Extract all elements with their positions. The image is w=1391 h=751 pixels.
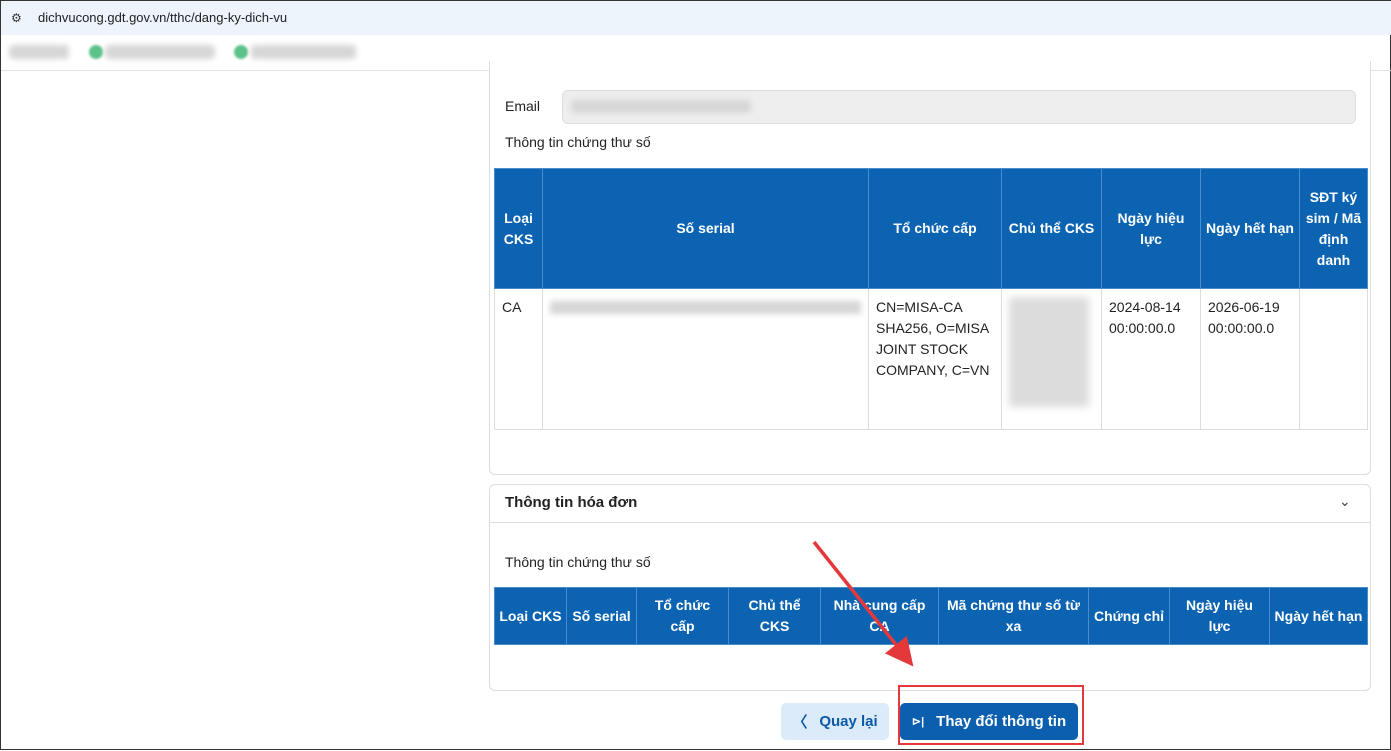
- back-label: Quay lại: [819, 713, 878, 730]
- url-text: dichvucong.gdt.gov.vn/tthc/dang-ky-dich-…: [38, 10, 288, 25]
- bookmark-blurred[interactable]: [251, 45, 356, 59]
- invoice-section-title[interactable]: Thông tin hóa đơn: [505, 494, 637, 511]
- email-value-blurred: [571, 100, 751, 113]
- col-header: Ngày hết hạn: [1200, 168, 1300, 289]
- bookmark-favicon-icon: [89, 45, 103, 59]
- col-header: Chủ thể CKS: [1001, 168, 1102, 289]
- bookmark-favicon-icon: [234, 45, 248, 59]
- site-settings-icon[interactable]: ⚙: [11, 11, 25, 25]
- change-info-label: Thay đổi thông tin: [936, 713, 1067, 730]
- invoice-cert-table: Loại CKS Số serial Tổ chức cấp Chủ thể C…: [494, 587, 1368, 645]
- cell-type: CA: [494, 288, 543, 430]
- col-header: Tổ chức cấp: [868, 168, 1002, 289]
- col-header: Số serial: [566, 587, 637, 645]
- col-header: Nhà cung cấp CA: [820, 587, 939, 645]
- cert-table: Loại CKS Số serial Tổ chức cấp Chủ thể C…: [494, 168, 1368, 430]
- bookmark-blurred[interactable]: [105, 45, 215, 59]
- cell-issuer: CN=MISA-CA SHA256, O=MISA JOINT STOCK CO…: [868, 288, 1002, 430]
- change-info-button[interactable]: ⊳| Thay đổi thông tin: [900, 703, 1078, 740]
- email-label: Email: [505, 98, 541, 114]
- chevron-left-icon: 〈: [792, 714, 808, 731]
- col-header: Ngày hiệu lực: [1101, 168, 1201, 289]
- table-row: CA CN=MISA-CA SHA256, O=MISA JOINT STOCK…: [494, 288, 1368, 430]
- cell-serial: [542, 288, 869, 430]
- back-button[interactable]: 〈 Quay lại: [781, 703, 889, 740]
- col-header: Loại CKS: [494, 168, 543, 289]
- col-header: Loại CKS: [494, 587, 567, 645]
- col-header: SĐT ký sim / Mã định danh: [1299, 168, 1368, 289]
- cell-phone: [1299, 288, 1368, 430]
- col-header: Chủ thể CKS: [728, 587, 821, 645]
- col-header: Mã chứng thư số từ xa: [938, 587, 1089, 645]
- cell-valid-from: 2024-08-14 00:00:00.0: [1101, 288, 1201, 430]
- col-header: Tổ chức cấp: [636, 587, 729, 645]
- col-header: Chứng chỉ: [1088, 587, 1170, 645]
- cert-info-label: Thông tin chứng thư số: [505, 134, 651, 150]
- address-bar[interactable]: ⚙ dichvucong.gdt.gov.vn/tthc/dang-ky-dic…: [1, 1, 1391, 35]
- email-field[interactable]: [562, 90, 1356, 124]
- chevron-down-icon[interactable]: ⌄: [1339, 493, 1351, 510]
- col-header: Ngày hiệu lực: [1169, 587, 1270, 645]
- col-header: Số serial: [542, 168, 869, 289]
- invoice-cert-info-label: Thông tin chứng thư số: [505, 554, 651, 570]
- cell-subject: [1001, 288, 1102, 430]
- bookmark-blurred[interactable]: [9, 45, 69, 59]
- col-header: Ngày hết hạn: [1269, 587, 1368, 645]
- skip-forward-icon: ⊳|: [911, 716, 925, 728]
- cell-valid-to: 2026-06-19 00:00:00.0: [1200, 288, 1300, 430]
